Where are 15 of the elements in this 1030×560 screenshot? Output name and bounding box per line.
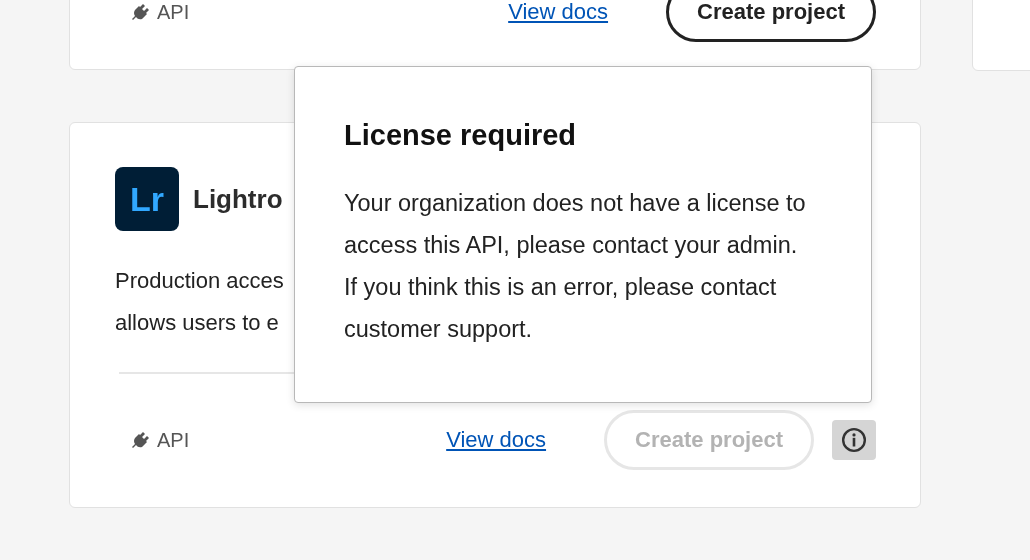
card-description: allows users to e bbox=[115, 309, 279, 337]
api-label: API bbox=[157, 0, 190, 24]
api-label: API bbox=[157, 428, 190, 452]
plug-icon bbox=[131, 2, 151, 22]
info-button[interactable] bbox=[832, 420, 876, 460]
app-logo: Lr bbox=[115, 167, 179, 231]
card-title: Lightro bbox=[193, 183, 283, 215]
create-project-button[interactable]: Create project bbox=[666, 0, 876, 42]
view-docs-link[interactable]: View docs bbox=[508, 0, 609, 25]
info-icon bbox=[841, 427, 867, 453]
card-description: Production acces bbox=[115, 267, 284, 295]
popover-text: Your organization does not have a license to access this API, please contact your admin. If you think this is an error, please contact customer support. bbox=[344, 189, 807, 344]
popover-title: License required bbox=[344, 119, 578, 152]
plug-icon bbox=[131, 430, 151, 450]
view-docs-link[interactable]: View docs bbox=[446, 427, 547, 453]
